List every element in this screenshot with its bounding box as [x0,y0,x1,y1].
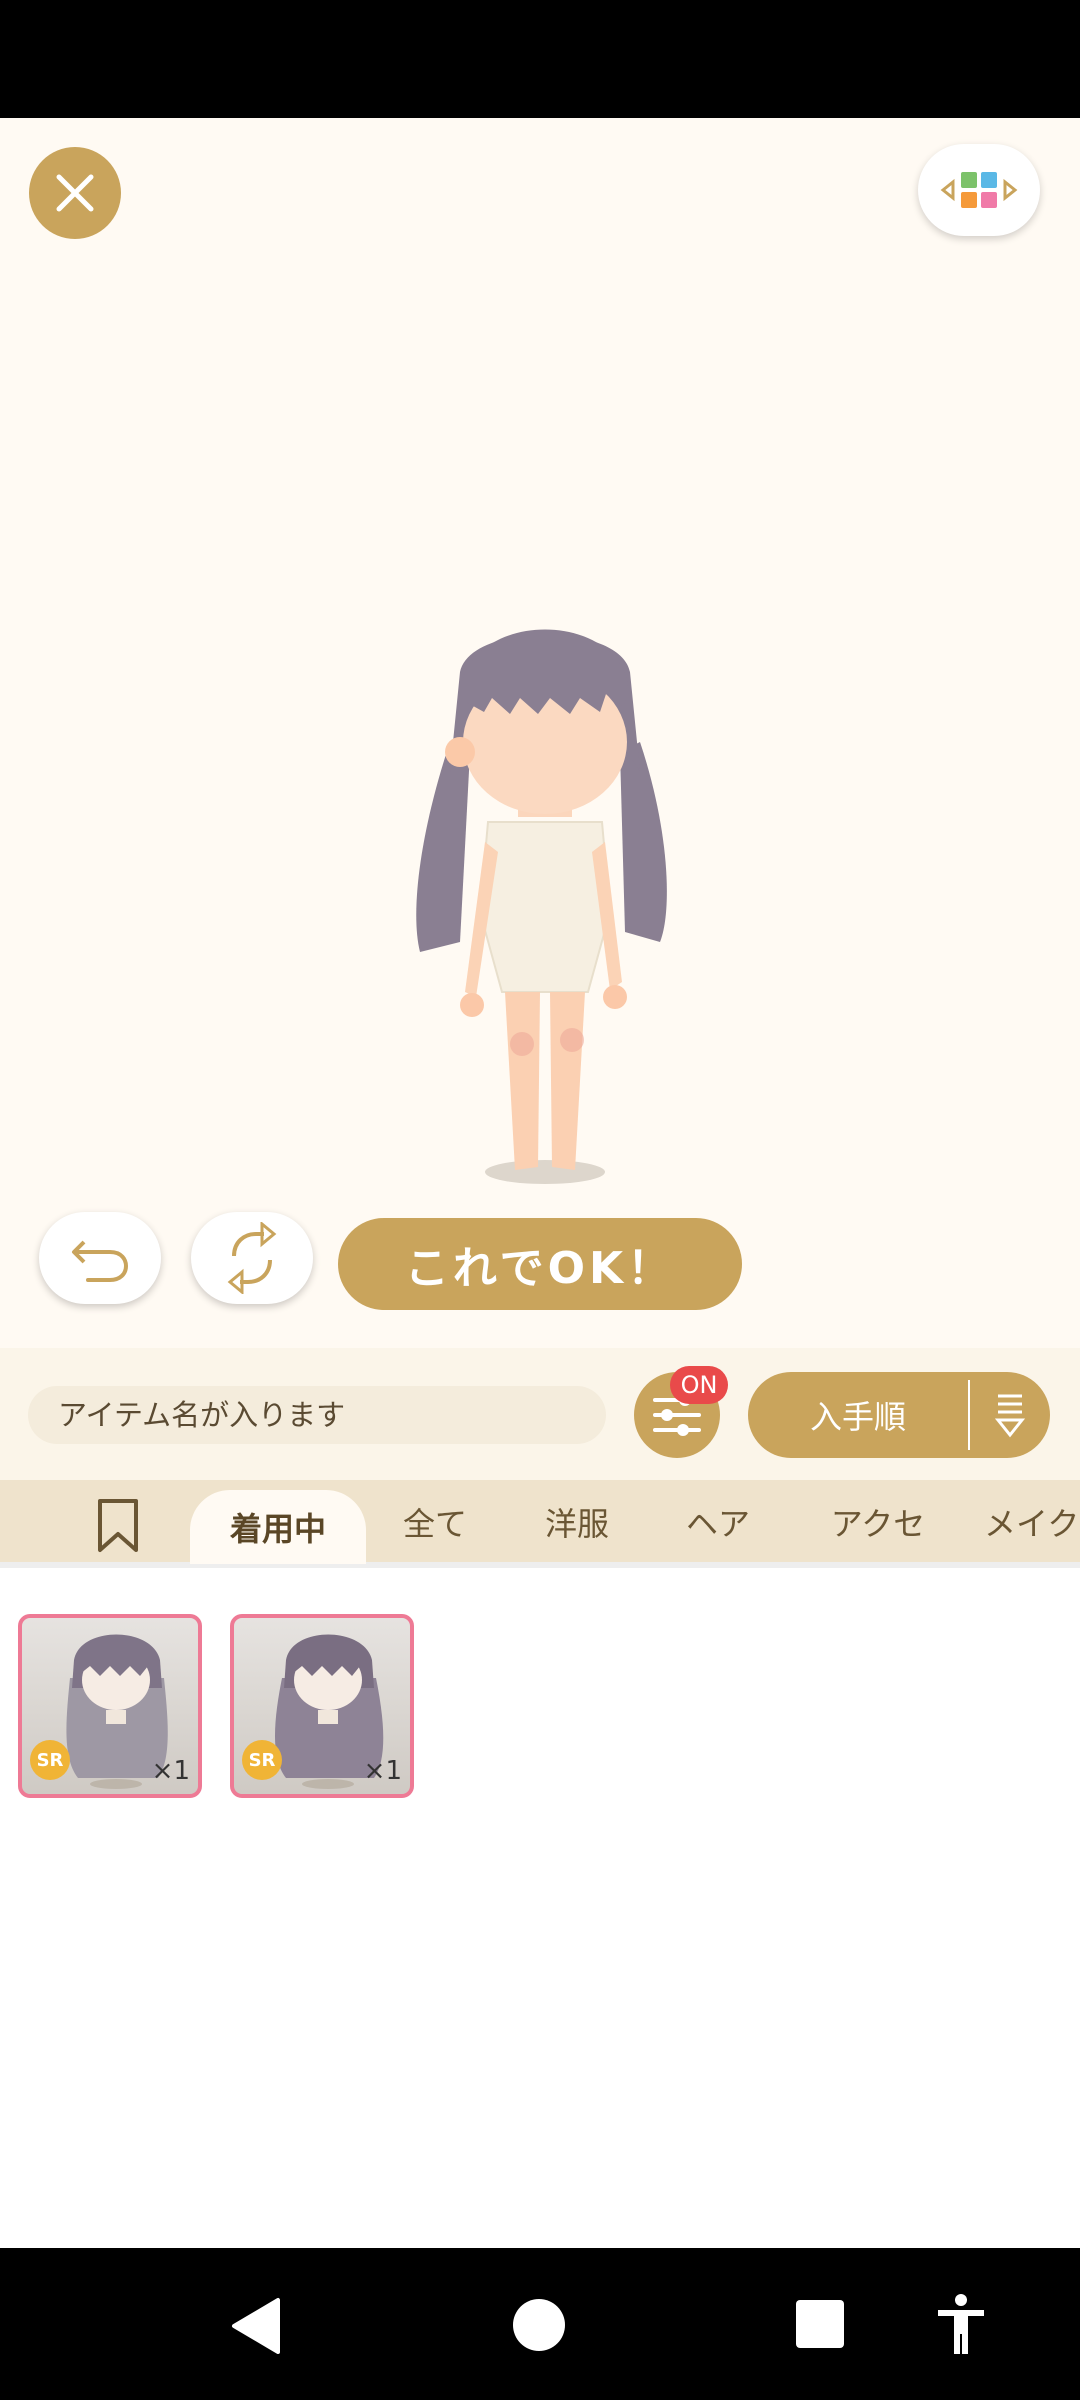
tab-hair[interactable]: ヘア [666,1480,770,1564]
item-count: ×1 [363,1756,402,1786]
undo-icon [72,1240,129,1282]
item-count: ×1 [151,1756,190,1786]
tab-accessory[interactable]: アクセ [808,1480,948,1564]
bookmark-icon[interactable] [96,1498,140,1554]
shuffle-button[interactable] [191,1212,313,1304]
close-icon [56,174,94,212]
tab-clothes[interactable]: 洋服 [522,1480,632,1564]
sort-icon [970,1392,1050,1438]
item-card[interactable]: SR ×1 [230,1614,414,1798]
sort-label: 入手順 [809,1398,906,1436]
tab-all[interactable]: 全て [382,1480,488,1564]
undo-button[interactable] [39,1212,161,1304]
close-button[interactable] [29,147,121,239]
layout-switch-button[interactable] [918,144,1040,236]
item-card[interactable]: SR ×1 [18,1614,202,1798]
confirm-ok-button[interactable]: これでOK！ [338,1218,742,1310]
tab-makeup[interactable]: メイク [984,1480,1080,1564]
tab-wearing[interactable]: 着用中 [190,1490,366,1564]
recents-icon[interactable] [796,2300,844,2348]
rarity-badge: SR [242,1740,282,1780]
accessibility-icon[interactable] [936,2294,986,2356]
rarity-badge: SR [30,1740,70,1780]
layout-switch-icon [940,172,1018,208]
avatar-character [416,629,667,1184]
status-bar [0,0,1080,118]
back-icon[interactable] [230,2296,282,2356]
home-icon[interactable] [512,2298,566,2352]
shuffle-icon [227,1222,277,1294]
item-search-input[interactable] [28,1386,606,1444]
sort-order-button[interactable]: 入手順 [748,1372,1050,1458]
filter-on-badge: ON [670,1366,728,1404]
